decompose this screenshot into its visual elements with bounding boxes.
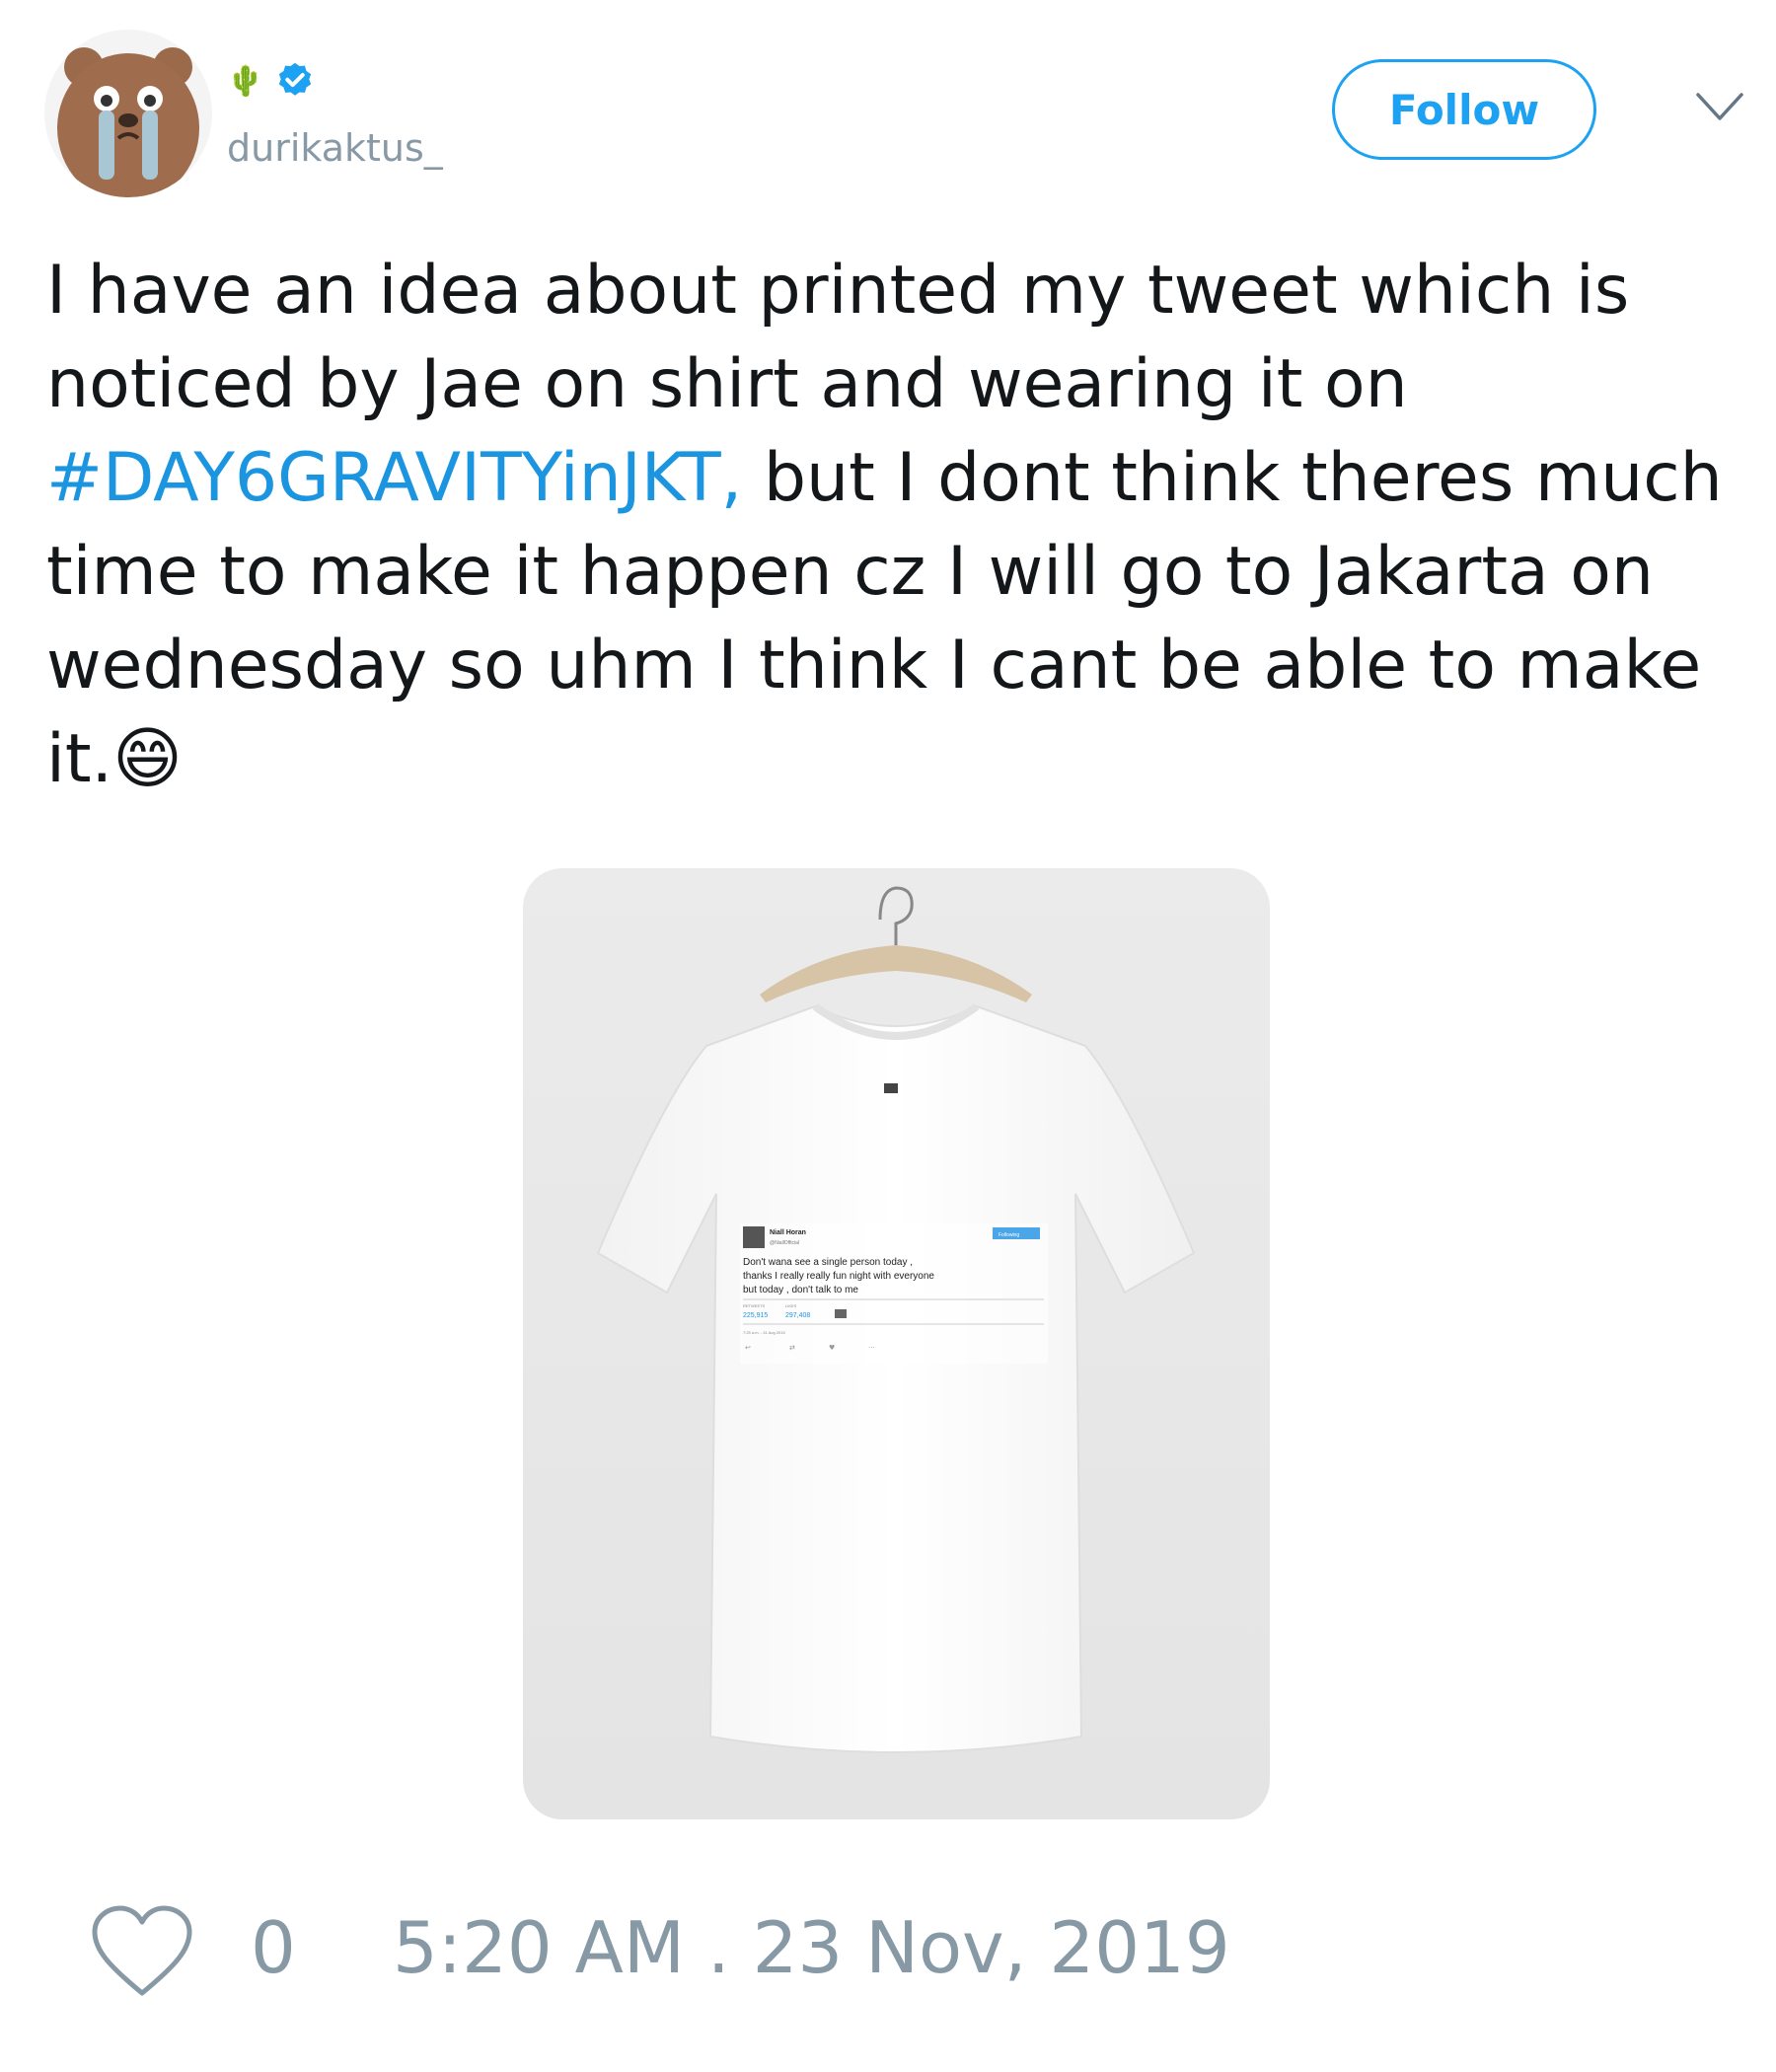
printed-likes-label: LIKES xyxy=(785,1303,797,1308)
white-tshirt xyxy=(596,1004,1196,1753)
chevron-down-icon[interactable] xyxy=(1695,91,1744,124)
printed-following: Following xyxy=(999,1232,1019,1238)
hanger-hook xyxy=(878,886,914,945)
printed-handle: @NiallOfficial xyxy=(770,1240,799,1246)
shirt-tag xyxy=(884,1083,898,1093)
follow-button[interactable]: Follow xyxy=(1332,59,1596,160)
printed-likes: 297,408 xyxy=(785,1312,810,1319)
printed-text-line3: but today , don't talk to me xyxy=(743,1285,858,1295)
tweet-text-body: I have an idea about printed my tweet wh… xyxy=(46,252,1630,423)
printed-text-line2: thanks I really really fun night with ev… xyxy=(743,1271,934,1282)
printed-tweet: Niall Horan @NiallOfficial Following Don… xyxy=(740,1223,1048,1364)
tweet-header: 🌵 durikaktus_ Follow xyxy=(0,0,1776,217)
tshirt-photo: Niall Horan @NiallOfficial Following Don… xyxy=(596,886,1196,1753)
printed-timestamp: 7:25 a.m. - 31 Aug 2015 xyxy=(743,1330,785,1335)
wooden-hanger xyxy=(760,945,1032,1002)
svg-text:♥: ♥ xyxy=(829,1344,835,1352)
svg-text:···: ··· xyxy=(868,1344,875,1352)
printed-name: Niall Horan xyxy=(770,1229,806,1236)
hashtag-link[interactable]: #DAY6GRAVITYinJKT, xyxy=(46,439,742,517)
like-count: 0 xyxy=(251,1906,296,1989)
cactus-emoji: 🌵 xyxy=(227,64,264,99)
crying-bear-avatar-icon xyxy=(44,30,212,197)
printed-retweets: 225,915 xyxy=(743,1312,768,1319)
printed-text-line1: Don't wana see a single person today , xyxy=(743,1257,913,1268)
verified-badge-icon xyxy=(279,62,312,96)
tweet-image[interactable]: Niall Horan @NiallOfficial Following Don… xyxy=(523,868,1270,1819)
heart-icon[interactable] xyxy=(89,1902,195,2001)
tweet-text: I have an idea about printed my tweet wh… xyxy=(46,244,1763,806)
svg-text:⇄: ⇄ xyxy=(789,1344,795,1352)
printed-retweets-label: RETWEETS xyxy=(743,1303,766,1308)
svg-text:↩: ↩ xyxy=(745,1344,751,1352)
user-handle[interactable]: durikaktus_ xyxy=(227,126,443,170)
tweet-actions: 0 5:20 AM . 23 Nov, 2019 xyxy=(0,1894,1776,2013)
avatar[interactable] xyxy=(44,30,212,197)
display-name[interactable]: 🌵 xyxy=(227,57,317,107)
tweet-timestamp[interactable]: 5:20 AM . 23 Nov, 2019 xyxy=(393,1912,1230,1983)
